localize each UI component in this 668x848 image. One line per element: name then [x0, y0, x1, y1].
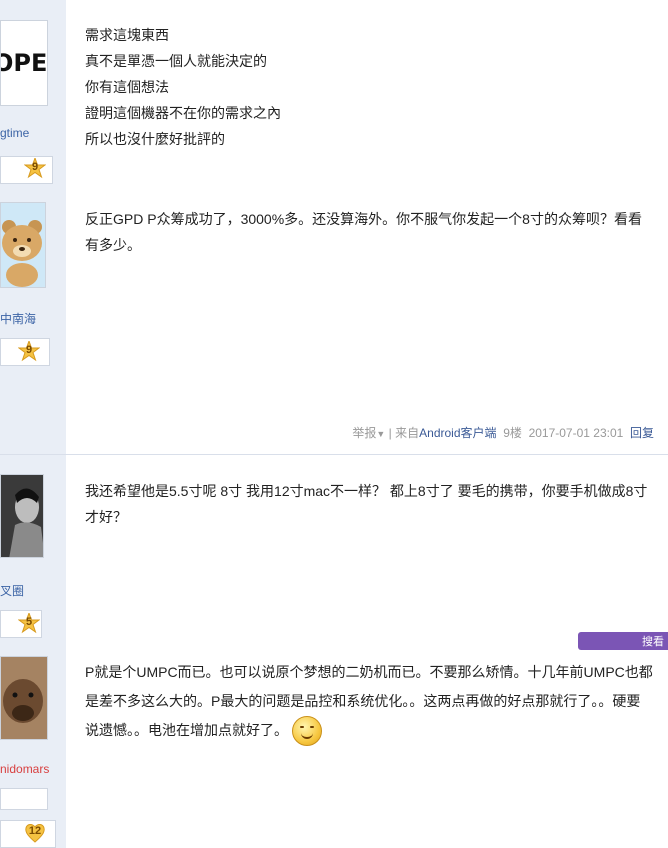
post-line: 所以也沒什麼好批評的 [85, 131, 225, 147]
smile-emoji-icon [291, 716, 322, 747]
level-number: 9 [31, 161, 39, 173]
post-line: 你有這個想法 [85, 79, 169, 95]
level-badge: 9 [17, 339, 41, 363]
post-content: 反正GPD P众筹成功了，3000%多。还没算海外。你不服气你发起一个8寸的众筹… [85, 206, 655, 258]
post-line: 需求這塊東西 [85, 27, 169, 43]
avatar[interactable] [0, 202, 46, 288]
profile-box [0, 788, 48, 810]
post-line: 我还希望他是5.5寸呢 8寸 我用12寸mac不一样？ 都上8寸了 要毛的携带，… [85, 483, 648, 525]
avatar[interactable]: OPE [0, 20, 48, 106]
level-number: 5 [25, 616, 33, 628]
post-meta: 举报▼ | 来自Android客户端 9楼 2017-07-01 23:01 回… [352, 424, 654, 441]
avatar[interactable] [0, 656, 48, 740]
client-link[interactable]: Android客户端 [419, 426, 496, 440]
author-name[interactable]: gtime [0, 126, 29, 140]
author-name[interactable]: 叉圈 [0, 582, 24, 599]
level-badge: 12 [24, 822, 46, 844]
avatar[interactable] [0, 474, 44, 558]
level-number: 12 [28, 825, 42, 837]
level-badge: 5 [17, 611, 41, 635]
post-content: 我还希望他是5.5寸呢 8寸 我用12寸mac不一样？ 都上8寸了 要毛的携带，… [85, 478, 653, 530]
post-tag-label: 搜看 [642, 636, 664, 648]
floor-number: 9楼 [503, 426, 522, 440]
level-badge: 9 [23, 156, 47, 180]
post-line: P就是个UMPC而已。也可以说原个梦想的二奶机而已。不要那么矫情。十几年前UMP… [85, 664, 653, 738]
post-content: 需求這塊東西 真不是單憑一個人就能決定的 你有這個想法 證明這個機器不在你的需求… [85, 22, 655, 152]
post-divider [0, 454, 668, 455]
bear-icon [2, 220, 42, 287]
post-content: P就是个UMPC而已。也可以说原个梦想的二奶机而已。不要那么矫情。十几年前UMP… [85, 658, 653, 747]
avatar-text: OPE [1, 49, 48, 77]
post-line: 證明這個機器不在你的需求之內 [85, 105, 281, 121]
level-number: 9 [25, 344, 33, 356]
post-tag[interactable]: 搜看 [578, 632, 668, 650]
report-link[interactable]: 举报 [352, 426, 376, 440]
post-line: 真不是單憑一個人就能決定的 [85, 53, 267, 69]
meta-separator: | [388, 426, 392, 440]
meta-from: 来自 [395, 426, 420, 440]
post-time: 2017-07-01 23:01 [528, 426, 624, 440]
reply-link[interactable]: 回复 [630, 426, 654, 440]
dog-icon [1, 657, 47, 739]
portrait-icon [1, 475, 43, 557]
post-line: 反正GPD P众筹成功了，3000%多。还没算海外。你不服气你发起一个8寸的众筹… [85, 211, 642, 253]
report-dropdown-icon[interactable]: ▼ [376, 429, 385, 439]
author-name[interactable]: nidomars [0, 762, 49, 776]
author-name[interactable]: 中南海 [0, 310, 36, 327]
